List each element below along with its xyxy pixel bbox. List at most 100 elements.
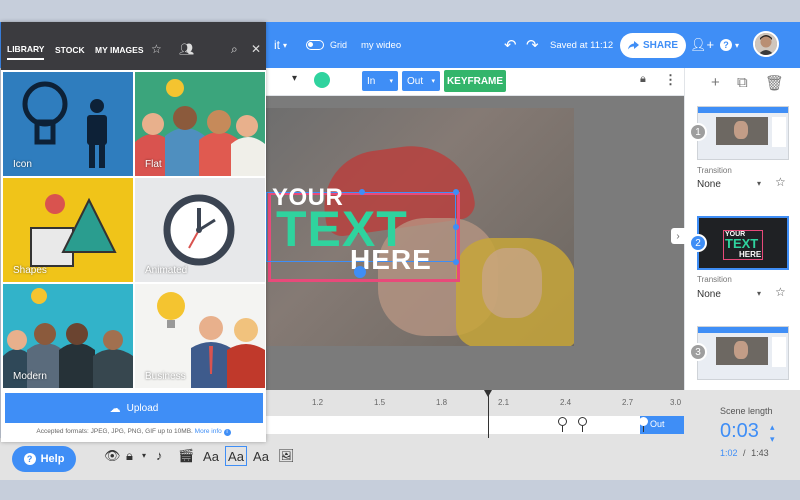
help-circle-icon: ? xyxy=(720,39,732,51)
scene-length-label: Scene length xyxy=(720,406,773,416)
chevron-down-icon[interactable]: ▾ xyxy=(770,434,775,445)
library-tile-business[interactable]: Business xyxy=(135,284,265,388)
text-style-button[interactable]: Aa xyxy=(250,446,272,466)
scene-number: 2 xyxy=(689,234,707,252)
timeline-track[interactable] xyxy=(266,416,684,434)
in-label: In xyxy=(367,75,376,87)
help-menu[interactable]: ? ▾ xyxy=(720,22,739,68)
avatar[interactable] xyxy=(753,31,779,57)
tab-my-images[interactable]: MY IMAGES xyxy=(95,40,144,60)
elapsed-time: 1:02 xyxy=(720,448,738,458)
text-style-button-selected[interactable]: Aa xyxy=(225,446,247,466)
timeline-tick: 2.7 xyxy=(622,398,634,407)
timeline-tick: 1.8 xyxy=(436,398,448,407)
library-tile-icon[interactable]: Icon xyxy=(3,72,133,176)
resize-handle[interactable] xyxy=(453,259,459,265)
scene-thumbnail-selected[interactable]: YOUR TEXT HERE xyxy=(697,216,789,270)
close-icon[interactable]: ✕ xyxy=(251,42,261,56)
bottom-bar xyxy=(0,438,684,480)
timeline-tick: 2.1 xyxy=(498,398,510,407)
tab-library[interactable]: LIBRARY xyxy=(7,40,45,60)
upload-label: Upload xyxy=(126,402,159,414)
library-tile-animated[interactable]: Animated xyxy=(135,178,265,282)
canvas-stage: YOUR TEXT HERE xyxy=(266,96,684,390)
scene-length-value[interactable]: 0:03 xyxy=(720,420,759,443)
scene-thumbnail[interactable] xyxy=(697,326,789,380)
grid-toggle[interactable]: Grid xyxy=(306,22,347,68)
help-label: Help xyxy=(40,453,65,465)
project-name[interactable]: my wideo xyxy=(361,22,401,68)
dropdown-chevron-icon[interactable]: ▾ xyxy=(292,73,297,84)
add-scene-icon[interactable]: + xyxy=(711,74,720,91)
share-icon xyxy=(627,41,639,50)
scene-thumbnail[interactable] xyxy=(697,106,789,160)
keyframe-button[interactable]: KEYFRAME xyxy=(444,70,506,92)
playback-time: 1:02 / 1:43 xyxy=(720,448,769,458)
resize-handle[interactable] xyxy=(453,224,459,230)
tile-label: Shapes xyxy=(13,265,47,276)
music-note-icon[interactable]: ♪ xyxy=(156,448,163,463)
chevron-right-icon[interactable]: › xyxy=(671,228,685,244)
chevron-down-icon: ▾ xyxy=(389,78,393,85)
star-icon[interactable]: ☆ xyxy=(775,285,786,299)
chevron-down-icon[interactable]: ▾ xyxy=(757,179,761,188)
people-icon[interactable]: 👥︎ xyxy=(179,42,194,56)
library-tile-flat[interactable]: Flat xyxy=(135,72,265,176)
photo-hand xyxy=(482,248,542,318)
total-time: 1:43 xyxy=(751,448,769,458)
edit-menu[interactable]: it ▾ xyxy=(274,22,287,68)
out-animation-select[interactable]: Out ▾ xyxy=(402,71,440,91)
eye-icon[interactable]: 👁︎ xyxy=(104,448,121,464)
scene-number: 3 xyxy=(689,343,707,361)
resize-handle[interactable] xyxy=(359,189,365,195)
chevron-up-icon[interactable]: ▴ xyxy=(770,422,775,433)
tile-label: Business xyxy=(145,371,186,382)
keyframe-marker[interactable] xyxy=(578,417,587,432)
library-tile-shapes[interactable]: Shapes xyxy=(3,178,133,282)
timeline[interactable]: 1.2 1.5 1.8 2.1 2.4 2.7 3.0 Out xyxy=(266,390,684,444)
delete-scene-icon[interactable]: 🗑︎ xyxy=(765,74,784,92)
transition-select[interactable]: None xyxy=(697,289,721,300)
scene-length-panel: Scene length 0:03 ▴ ▾ 1:02 / 1:43 xyxy=(684,390,800,480)
in-animation-select[interactable]: In ▾ xyxy=(362,71,398,91)
help-button[interactable]: ? Help xyxy=(12,446,76,472)
share-button[interactable]: SHARE xyxy=(620,33,686,58)
timeline-tick: 2.4 xyxy=(560,398,572,407)
keyframe-marker[interactable] xyxy=(558,417,567,432)
star-icon[interactable]: ☆ xyxy=(151,42,162,56)
duplicate-scene-icon[interactable]: ⧉ xyxy=(737,74,748,91)
keyframe-marker[interactable] xyxy=(639,417,648,432)
add-user-icon[interactable]: 👤︎+ xyxy=(690,22,714,68)
scene-number: 1 xyxy=(689,123,707,141)
chevron-down-icon: ▾ xyxy=(735,40,740,50)
color-swatch[interactable] xyxy=(314,72,330,88)
undo-icon[interactable]: ↶ xyxy=(504,22,517,68)
time-separator: / xyxy=(743,448,746,458)
transition-select[interactable]: None xyxy=(697,179,721,190)
lock-icon[interactable]: 🔒︎ xyxy=(640,73,646,86)
library-tabs: LIBRARY STOCK MY IMAGES ☆ 👥︎ ⌕ ✕ xyxy=(1,22,266,70)
element-toolbar: ▾ In ▾ Out ▾ KEYFRAME 🔒︎ ⋮ xyxy=(266,68,684,96)
search-icon[interactable]: ⌕ xyxy=(231,42,238,57)
image-replace-icon[interactable]: 🖼︎ xyxy=(278,448,295,464)
chevron-down-icon[interactable]: ▾ xyxy=(757,289,761,298)
star-icon[interactable]: ☆ xyxy=(775,175,786,189)
out-block-label: Out xyxy=(650,419,665,429)
rotate-handle-icon[interactable] xyxy=(354,266,366,278)
formats-text: Accepted formats: JPEG, JPG, PNG, GIF up… xyxy=(36,428,193,435)
more-info-link[interactable]: More info xyxy=(195,428,222,435)
tab-stock[interactable]: STOCK xyxy=(55,40,85,60)
chevron-down-icon: ▾ xyxy=(431,78,435,85)
upload-button[interactable]: ☁ Upload xyxy=(5,393,263,423)
more-vert-icon[interactable]: ⋮ xyxy=(664,72,677,88)
library-tile-modern[interactable]: Modern xyxy=(3,284,133,388)
tile-label: Modern xyxy=(13,371,47,382)
chevron-down-icon[interactable]: ▾ xyxy=(142,451,146,460)
lock-icon[interactable]: 🔒︎ xyxy=(126,448,133,464)
redo-icon[interactable]: ↷ xyxy=(526,22,539,68)
tile-label: Icon xyxy=(13,159,32,170)
clapperboard-icon[interactable]: 🎬︎ xyxy=(178,448,195,464)
playhead[interactable] xyxy=(484,390,492,444)
text-style-button[interactable]: Aa xyxy=(200,446,222,466)
resize-handle[interactable] xyxy=(453,189,459,195)
